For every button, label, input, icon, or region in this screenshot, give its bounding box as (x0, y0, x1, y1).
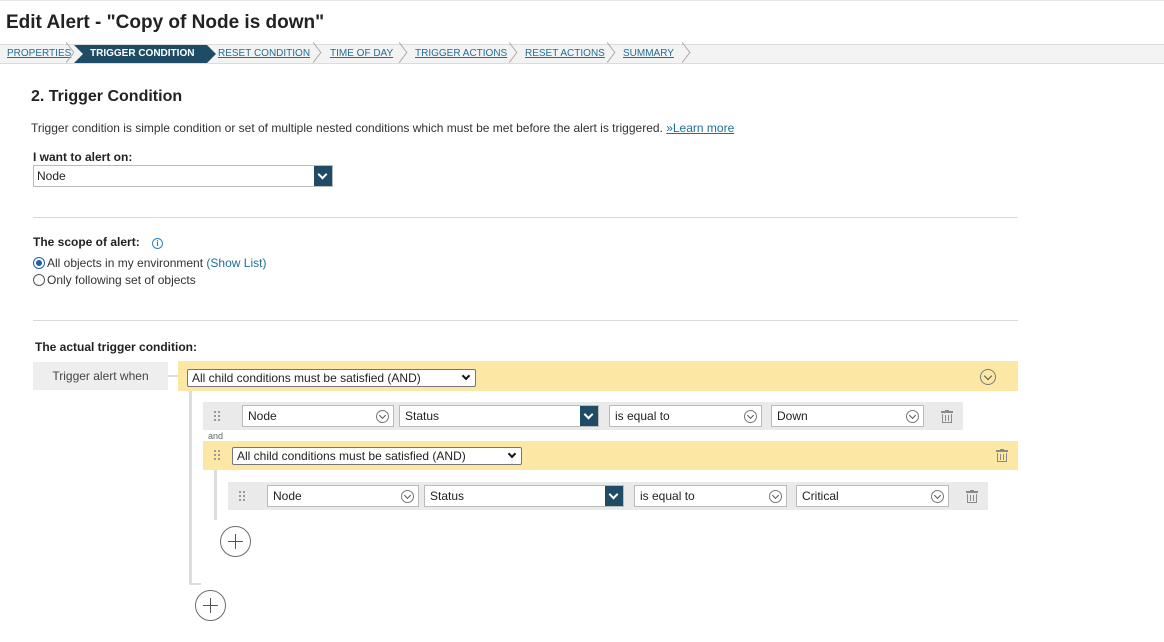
tree-line (214, 470, 217, 520)
add-nested-condition-icon[interactable] (220, 526, 251, 557)
scope-option-all[interactable]: All objects in my environment (Show List… (33, 256, 266, 270)
dropdown-button[interactable] (314, 166, 332, 186)
chevron-down-icon (376, 410, 389, 423)
tree-line (189, 391, 192, 585)
step-reset-condition[interactable]: RESET CONDITION (218, 45, 310, 63)
chevron-down-icon (608, 489, 619, 500)
nested-operator-value: All child conditions must be satisfied (… (237, 449, 466, 463)
delete-condition-icon[interactable] (966, 490, 978, 503)
condition-field-select[interactable]: Status (424, 485, 624, 507)
step-time-of-day[interactable]: TIME OF DAY (330, 45, 393, 63)
trigger-when-label: Trigger alert when (33, 362, 168, 390)
info-icon[interactable]: i (152, 238, 164, 249)
divider (33, 217, 1018, 218)
chevron-down-icon (317, 169, 328, 180)
chevron-down-icon (931, 490, 944, 503)
delete-condition-icon[interactable] (941, 410, 953, 423)
condition-object-value: Node (273, 489, 302, 503)
step-separator-icon (391, 42, 408, 63)
step-trigger-actions[interactable]: TRIGGER ACTIONS (415, 45, 507, 63)
drag-handle-icon[interactable] (214, 450, 220, 460)
dropdown-button[interactable] (580, 406, 598, 426)
tree-line (189, 583, 201, 585)
scope-option-following[interactable]: Only following set of objects (33, 273, 196, 287)
collapse-group-icon[interactable] (980, 369, 996, 385)
condition-field-select[interactable]: Status (399, 405, 599, 427)
nested-group-band: All child conditions must be satisfied (… (203, 441, 1018, 470)
condition-object-value: Node (248, 409, 277, 423)
step-summary[interactable]: SUMMARY (623, 45, 674, 63)
add-condition-icon[interactable] (195, 590, 226, 621)
condition-operator-select[interactable]: is equal to (634, 485, 787, 507)
page-title: Edit Alert - "Copy of Node is down" (6, 12, 325, 33)
condition-field-value: Status (430, 489, 465, 503)
chevron-down-icon (583, 409, 594, 420)
wizard-steps: PROPERTIES TRIGGER CONDITION RESET CONDI… (0, 42, 1164, 64)
and-joiner: and (208, 431, 224, 441)
condition-row: Node Status is equal to Critical (228, 482, 988, 510)
scope-label-text: The scope of alert: (33, 235, 140, 249)
chevron-down-icon (461, 371, 471, 381)
show-list-link[interactable]: (Show List) (206, 256, 266, 270)
step-reset-actions[interactable]: RESET ACTIONS (525, 45, 605, 63)
step-separator-icon (674, 42, 691, 63)
radio-selected-icon[interactable] (33, 257, 45, 269)
chevron-down-icon (744, 410, 757, 423)
root-operator-value: All child conditions must be satisfied (… (192, 371, 421, 385)
connector-line (168, 375, 178, 377)
drag-handle-icon[interactable] (239, 491, 245, 501)
nested-operator-select[interactable]: All child conditions must be satisfied (… (232, 447, 522, 465)
condition-field-value: Status (405, 409, 440, 423)
alert-on-value: Node (37, 169, 66, 183)
scope-label: The scope of alert: i (33, 235, 164, 249)
condition-value-select[interactable]: Critical (796, 485, 949, 507)
scope-option-all-label: All objects in my environment (47, 256, 204, 270)
trigger-condition-label: The actual trigger condition: (35, 340, 198, 354)
root-group-band: All child conditions must be satisfied (… (178, 361, 1018, 391)
condition-object-select[interactable]: Node (242, 405, 394, 427)
chevron-down-icon (769, 490, 782, 503)
condition-row: Node Status is equal to Down (203, 402, 963, 430)
chevron-down-icon (906, 410, 919, 423)
condition-object-select[interactable]: Node (267, 485, 419, 507)
alert-on-label: I want to alert on: (33, 150, 133, 164)
condition-value-value: Critical (802, 489, 839, 503)
condition-value-value: Down (777, 409, 808, 423)
top-divider (0, 0, 1164, 1)
condition-operator-value: is equal to (640, 489, 695, 503)
scope-option-following-label: Only following set of objects (47, 273, 196, 287)
chevron-down-icon (507, 449, 517, 459)
chevron-down-icon (401, 490, 414, 503)
radio-unselected-icon[interactable] (33, 274, 45, 286)
condition-value-select[interactable]: Down (771, 405, 924, 427)
root-operator-select[interactable]: All child conditions must be satisfied (… (187, 369, 476, 387)
dropdown-button[interactable] (605, 486, 623, 506)
description-text: Trigger condition is simple condition or… (31, 121, 667, 135)
section-description: Trigger condition is simple condition or… (31, 121, 734, 135)
divider (33, 320, 1018, 321)
section-title: 2. Trigger Condition (31, 88, 183, 105)
drag-handle-icon[interactable] (214, 411, 220, 421)
delete-group-icon[interactable] (996, 449, 1008, 462)
step-trigger-condition[interactable]: TRIGGER CONDITION (74, 45, 216, 63)
condition-operator-value: is equal to (615, 409, 670, 423)
alert-on-select[interactable]: Node (33, 165, 333, 187)
learn-more-link[interactable]: »Learn more (666, 121, 734, 135)
condition-operator-select[interactable]: is equal to (609, 405, 762, 427)
